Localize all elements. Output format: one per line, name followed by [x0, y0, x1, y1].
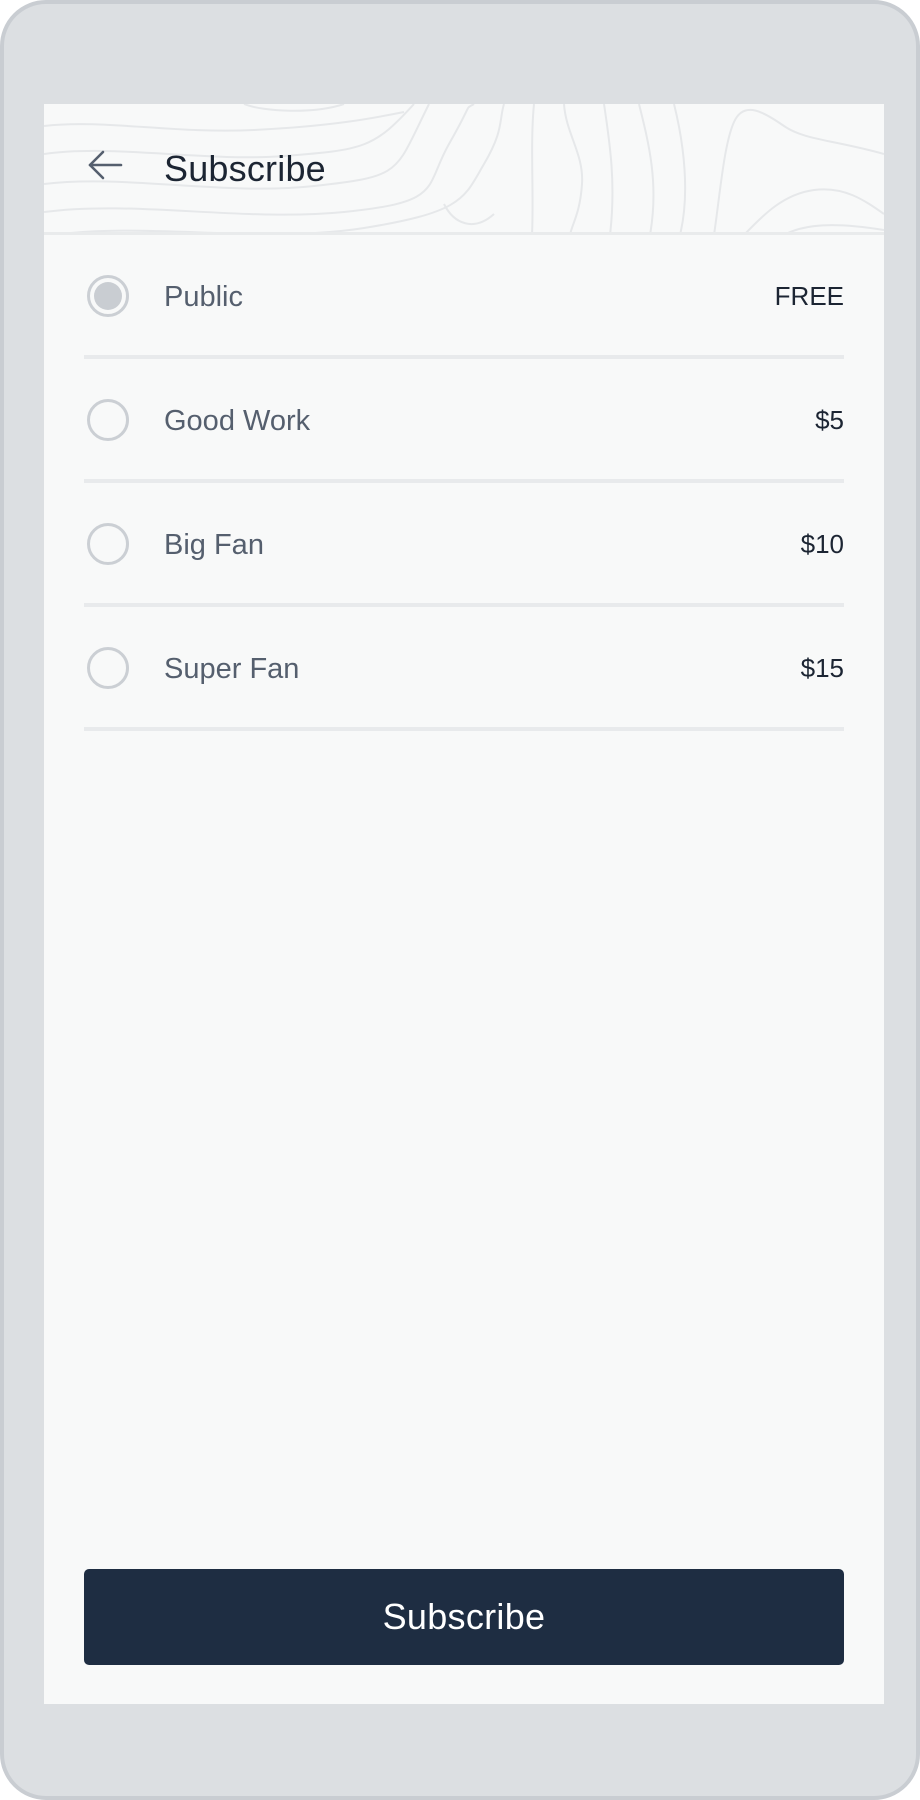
subscribe-button[interactable]: Subscribe [84, 1569, 844, 1665]
tier-price: $5 [815, 405, 844, 435]
tier-radio-public[interactable] [87, 275, 129, 317]
page-title: Subscribe [164, 148, 326, 189]
app-header: Subscribe [44, 104, 884, 235]
tier-option-public[interactable]: Public FREE [84, 235, 844, 359]
tier-option-big-fan[interactable]: Big Fan $10 [84, 483, 844, 607]
tier-price: $10 [800, 529, 844, 559]
tier-name: Public [164, 281, 243, 313]
tier-price: $15 [800, 653, 844, 683]
tier-price: FREE [774, 281, 844, 311]
tier-name: Super Fan [164, 653, 300, 685]
tier-name: Big Fan [164, 529, 264, 561]
back-button[interactable] [84, 144, 126, 186]
arrow-left-icon [88, 150, 123, 180]
tier-option-good-work[interactable]: Good Work $5 [84, 359, 844, 483]
device-frame: Subscribe Public FREE Good Work $5 Big F… [0, 0, 920, 1800]
tier-name: Good Work [164, 405, 311, 437]
tier-list: Public FREE Good Work $5 Big Fan $10 Sup… [84, 235, 844, 731]
app-screen: Subscribe Public FREE Good Work $5 Big F… [44, 104, 884, 1704]
tier-radio-super-fan[interactable] [87, 647, 129, 689]
tier-option-super-fan[interactable]: Super Fan $15 [84, 607, 844, 731]
tier-radio-big-fan[interactable] [87, 523, 129, 565]
tier-radio-good-work[interactable] [87, 399, 129, 441]
